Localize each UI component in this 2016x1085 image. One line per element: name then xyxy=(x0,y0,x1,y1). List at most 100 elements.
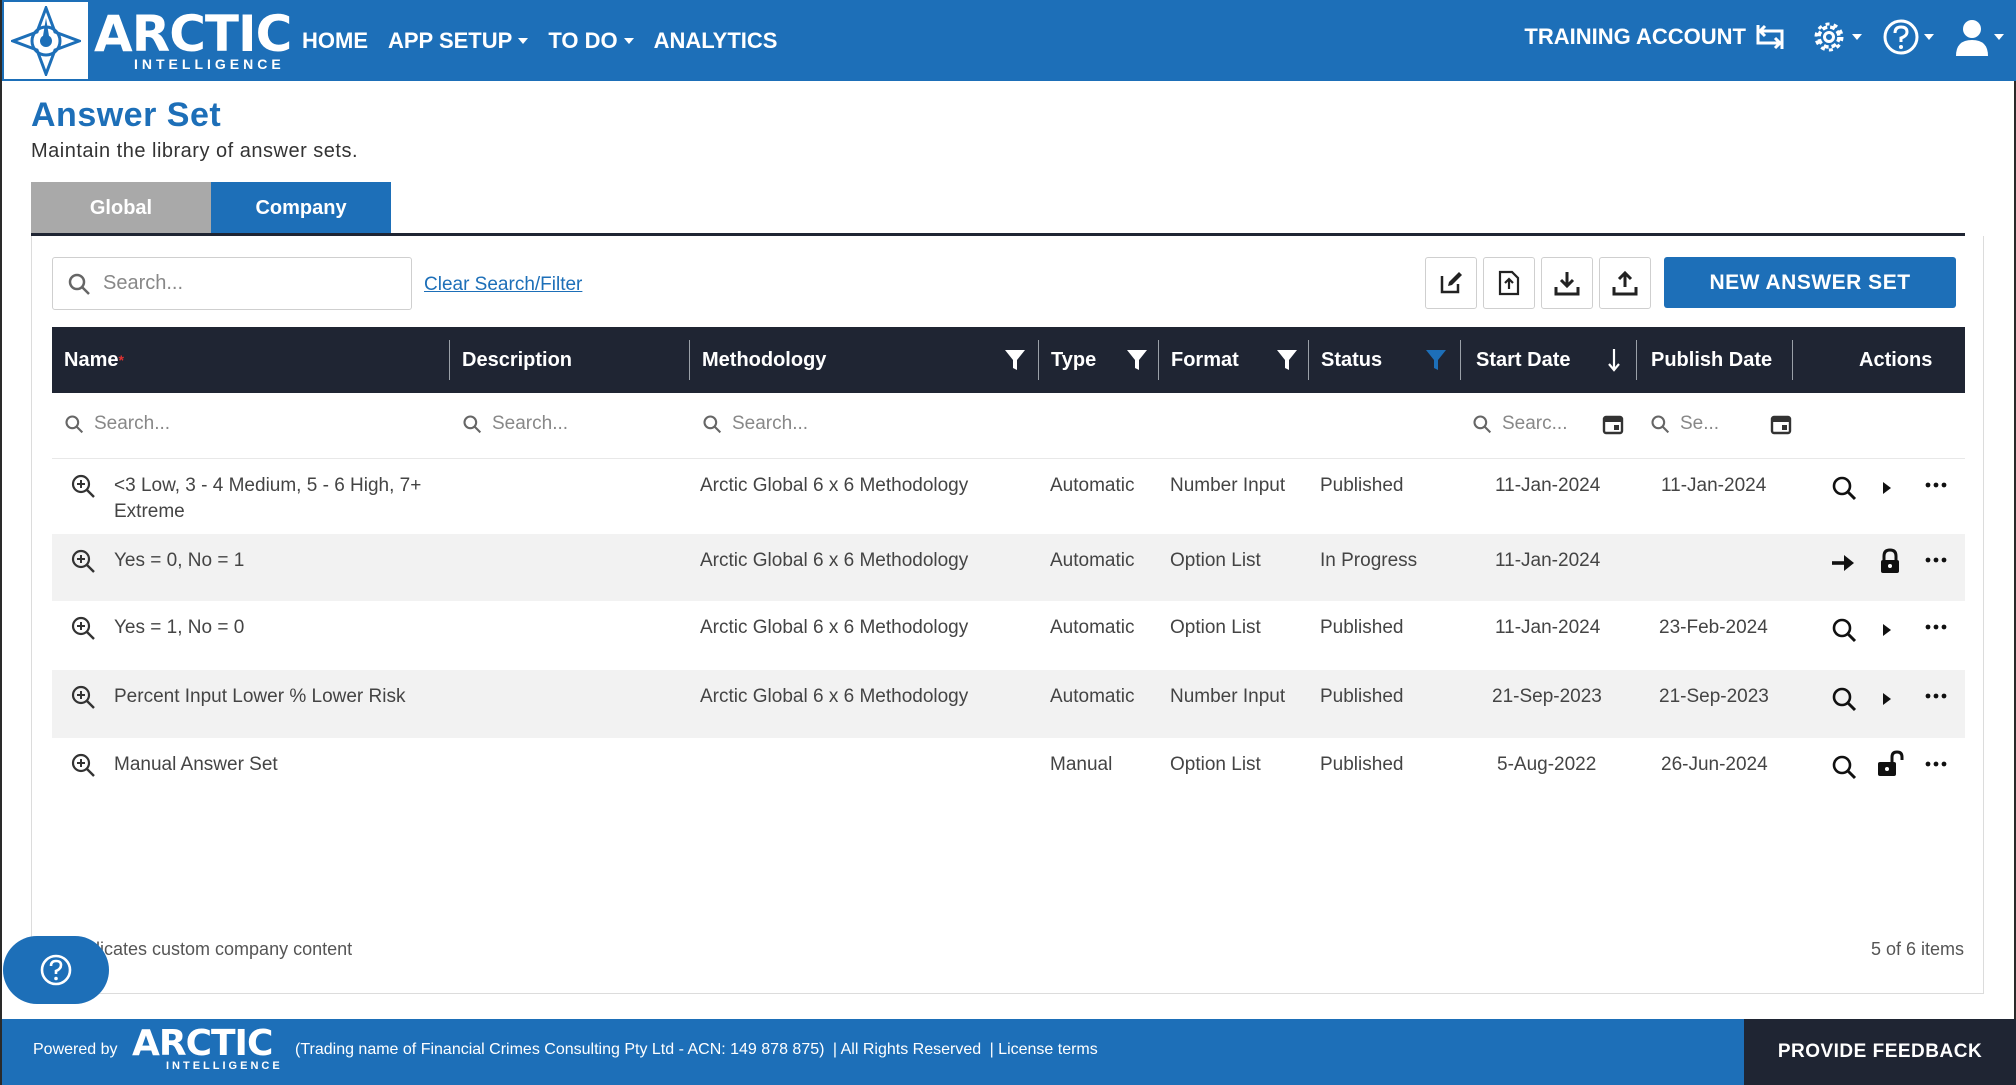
expand-row-button[interactable] xyxy=(70,473,96,507)
col-name-header[interactable]: Name * xyxy=(64,327,124,393)
nav-app-setup[interactable]: APP SETUP xyxy=(388,28,529,54)
import-file-button[interactable] xyxy=(1483,257,1535,309)
more-actions-button[interactable] xyxy=(1924,615,1948,647)
col-status-header[interactable]: Status xyxy=(1321,327,1382,393)
nav-to-do[interactable]: TO DO xyxy=(548,28,634,54)
cell-methodology: Arctic Global 6 x 6 Methodology xyxy=(700,686,969,707)
run-button[interactable] xyxy=(1881,621,1893,647)
cell-type: Automatic xyxy=(1050,617,1135,638)
more-actions-button[interactable] xyxy=(1924,684,1948,716)
nav-home[interactable]: HOME xyxy=(302,28,368,54)
cell-methodology: Arctic Global 6 x 6 Methodology xyxy=(700,550,969,571)
col-methodology-header[interactable]: Methodology xyxy=(702,327,826,393)
nav-analytics[interactable]: ANALYTICS xyxy=(654,28,778,54)
help-menu[interactable] xyxy=(1882,18,1934,56)
table-header: Name * Description Methodology Type Forma… xyxy=(52,327,1965,393)
table-row[interactable]: Yes = 1, No = 0 Arctic Global 6 x 6 Meth… xyxy=(52,601,1965,670)
col-name-label: Name xyxy=(64,348,119,371)
cell-type: Automatic xyxy=(1050,686,1135,707)
provide-feedback-button[interactable]: PROVIDE FEEDBACK xyxy=(1744,1019,2016,1085)
column-filter-row xyxy=(52,393,1965,459)
download-button[interactable] xyxy=(1541,257,1593,309)
page-title: Answer Set xyxy=(31,96,222,134)
clear-search-link[interactable]: Clear Search/Filter xyxy=(424,274,582,296)
col-description-label: Description xyxy=(462,348,573,371)
col-publish-date-header[interactable]: Publish Date xyxy=(1651,327,1772,393)
table-row[interactable]: Percent Input Lower % Lower Risk Arctic … xyxy=(52,670,1965,738)
more-actions-button[interactable] xyxy=(1924,752,1948,784)
col-format-header[interactable]: Format xyxy=(1171,327,1239,393)
methodology-filter-input[interactable] xyxy=(732,413,1032,435)
table-row[interactable]: Manual Answer Set Manual Option List Pub… xyxy=(52,738,1965,806)
more-actions-button[interactable] xyxy=(1924,548,1948,580)
view-button[interactable] xyxy=(1831,617,1857,651)
lock-button[interactable] xyxy=(1879,548,1901,582)
col-description-header[interactable]: Description xyxy=(462,327,572,393)
search-icon xyxy=(1832,618,1857,643)
col-separator xyxy=(1038,340,1039,380)
tab-company[interactable]: Company xyxy=(211,182,391,234)
license-terms-link[interactable]: | License terms xyxy=(990,1041,1098,1058)
view-button[interactable] xyxy=(1831,475,1857,509)
edit-button[interactable] xyxy=(1425,257,1477,309)
floating-help-button[interactable] xyxy=(3,936,109,1004)
col-type-header[interactable]: Type xyxy=(1051,327,1096,393)
expand-row-button[interactable] xyxy=(70,752,96,786)
calendar-icon[interactable] xyxy=(1770,413,1792,435)
brand-logo[interactable]: ARCTIC INTELLIGENCE xyxy=(94,8,292,72)
more-icon xyxy=(1925,693,1947,699)
cell-publish-date: 23-Feb-2024 xyxy=(1659,617,1768,638)
more-actions-button[interactable] xyxy=(1924,473,1948,505)
format-filter-button[interactable] xyxy=(1276,327,1298,393)
gear-icon xyxy=(1814,22,1844,52)
tab-global[interactable]: Global xyxy=(31,182,211,234)
expand-row-button[interactable] xyxy=(70,684,96,718)
name-filter xyxy=(64,413,394,435)
search-icon xyxy=(1832,687,1857,712)
description-filter-input[interactable] xyxy=(492,413,682,435)
table-row[interactable]: Yes = 0, No = 1 Arctic Global 6 x 6 Meth… xyxy=(52,534,1965,601)
continue-button[interactable] xyxy=(1830,552,1856,582)
arrow-right-icon xyxy=(1832,555,1854,571)
start-date-sort-button[interactable] xyxy=(1607,327,1621,393)
status-filter-button[interactable] xyxy=(1425,327,1447,393)
caret-down-icon xyxy=(1852,34,1862,40)
search-icon xyxy=(68,273,90,295)
calendar-icon[interactable] xyxy=(1602,413,1624,435)
view-button[interactable] xyxy=(1831,754,1857,788)
cell-name: Percent Input Lower % Lower Risk xyxy=(114,686,406,707)
publish-date-filter-input[interactable] xyxy=(1680,413,1760,435)
expand-row-button[interactable] xyxy=(70,615,96,649)
filter-icon xyxy=(1127,350,1147,370)
upload-icon xyxy=(1612,270,1638,296)
arctic-logo-icon[interactable] xyxy=(4,2,88,79)
search-icon xyxy=(65,415,84,434)
search-icon xyxy=(463,415,482,434)
name-filter-input[interactable] xyxy=(94,413,394,435)
account-switch[interactable]: TRAINING ACCOUNT xyxy=(1524,21,1790,53)
new-answer-set-button[interactable]: NEW ANSWER SET xyxy=(1664,257,1956,308)
zoom-in-icon xyxy=(71,474,95,498)
cell-name: <3 Low, 3 - 4 Medium, 5 - 6 High, 7+ Extr… xyxy=(114,473,454,525)
cell-publish-date: 11-Jan-2024 xyxy=(1661,475,1767,496)
upload-button[interactable] xyxy=(1599,257,1651,309)
cell-publish-date: 21-Sep-2023 xyxy=(1659,686,1769,707)
search-input[interactable] xyxy=(103,272,383,295)
footer-brand-word: ARCTIC xyxy=(132,1023,273,1064)
expand-row-button[interactable] xyxy=(70,548,96,582)
view-button[interactable] xyxy=(1831,686,1857,720)
file-upload-icon xyxy=(1498,270,1520,296)
type-filter-button[interactable] xyxy=(1126,327,1148,393)
user-menu[interactable] xyxy=(1954,18,2004,56)
col-start-date-header[interactable]: Start Date xyxy=(1476,327,1570,393)
start-date-filter-input[interactable] xyxy=(1502,413,1592,435)
table-row[interactable]: <3 Low, 3 - 4 Medium, 5 - 6 High, 7+ Extr… xyxy=(52,459,1965,534)
run-button[interactable] xyxy=(1881,690,1893,716)
help-circle-icon xyxy=(40,954,72,986)
unlock-button[interactable] xyxy=(1876,750,1906,786)
scope-tabs: Global Company xyxy=(31,182,391,234)
methodology-filter-button[interactable] xyxy=(1004,327,1026,393)
run-button[interactable] xyxy=(1881,479,1893,505)
settings-menu[interactable] xyxy=(1810,18,1862,56)
toolbar-buttons xyxy=(1425,257,1651,309)
